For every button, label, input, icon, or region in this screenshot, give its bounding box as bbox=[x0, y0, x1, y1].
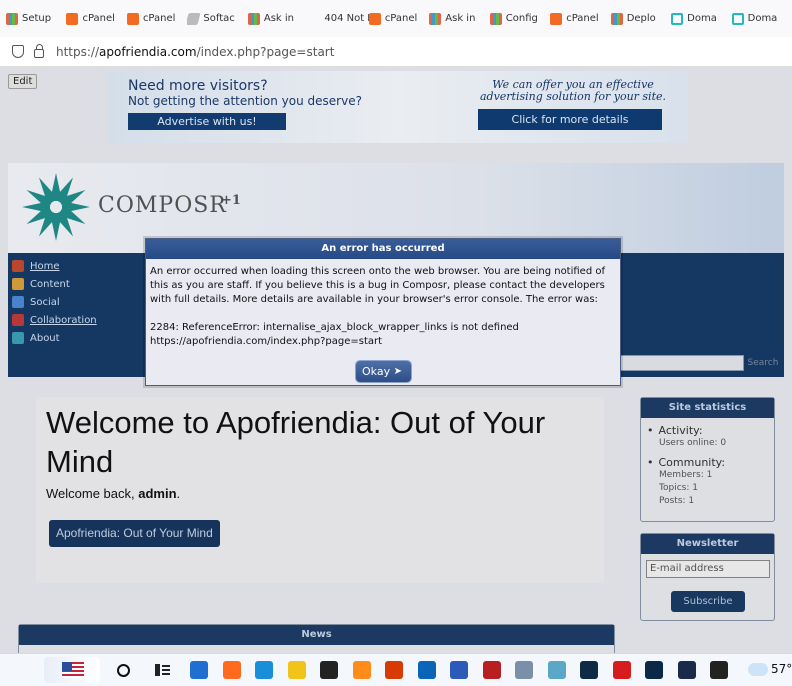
notes-app-icon[interactable] bbox=[547, 661, 566, 679]
error-url: https://apofriendia.com/index.php?page=s… bbox=[150, 336, 383, 347]
bookmark-label: cPanel bbox=[142, 13, 176, 24]
url-text[interactable]: https://apofriendia.com/index.php?page=s… bbox=[56, 45, 334, 59]
settings-gear-icon[interactable] bbox=[710, 661, 728, 679]
bookmark-label: 404 Not Fo bbox=[324, 13, 368, 24]
file-explorer-icon[interactable] bbox=[287, 661, 306, 679]
blank-icon bbox=[308, 13, 320, 25]
bookmark-label: Deplo bbox=[626, 13, 656, 24]
bookmark-label: Ask in bbox=[263, 13, 295, 24]
bookmark-label: Doma bbox=[687, 13, 717, 24]
edit-button[interactable]: Edit bbox=[8, 74, 38, 89]
photoshop-icon[interactable] bbox=[645, 661, 663, 679]
bookmark-item[interactable]: Ask in bbox=[429, 12, 489, 25]
cpanel-icon bbox=[550, 12, 563, 25]
edge-icon[interactable] bbox=[255, 661, 273, 679]
error-message: An error occurred when loading this scre… bbox=[150, 266, 605, 305]
cpanel-icon bbox=[66, 12, 79, 25]
bookmarks-toolbar: Setup cPanel cPanel Softac Ask in 404 Not Fo c… bbox=[0, 0, 792, 37]
firefox-icon[interactable] bbox=[222, 661, 241, 679]
bookmark-label: cPanel bbox=[566, 13, 599, 24]
record-app-icon[interactable] bbox=[612, 661, 631, 679]
search-icon[interactable] bbox=[117, 664, 130, 677]
lock-icon[interactable] bbox=[34, 44, 44, 58]
address-bar[interactable]: https://apofriendia.com/index.php?page=s… bbox=[0, 37, 792, 67]
bookmark-item[interactable]: Config bbox=[489, 12, 550, 25]
dots-icon bbox=[6, 12, 18, 25]
media-player-icon[interactable] bbox=[352, 661, 371, 679]
outlook-icon[interactable] bbox=[417, 661, 436, 679]
dots-icon bbox=[489, 12, 502, 25]
weather-icon[interactable] bbox=[748, 663, 768, 676]
lightroom-classic-icon[interactable] bbox=[580, 661, 598, 679]
bookmark-item[interactable]: cPanel bbox=[368, 12, 429, 25]
bookmark-item[interactable]: Doma bbox=[731, 12, 792, 25]
bookmark-label: Config bbox=[505, 13, 538, 24]
bookmark-item[interactable]: cPanel bbox=[126, 12, 187, 25]
bookmark-item[interactable]: Setup bbox=[6, 12, 66, 25]
dots-icon bbox=[247, 12, 260, 25]
bookmark-item[interactable]: Ask in bbox=[247, 12, 308, 25]
bookmark-label: cPanel bbox=[82, 13, 115, 24]
bookmark-item[interactable]: cPanel bbox=[66, 12, 126, 25]
arrow-right-icon: ➤ bbox=[393, 366, 402, 377]
taskbar: 57°F bbox=[0, 653, 792, 686]
word-icon[interactable] bbox=[450, 661, 468, 679]
globe-icon bbox=[731, 12, 744, 25]
bookmark-item[interactable]: cPanel bbox=[550, 12, 610, 25]
cpanel-icon bbox=[368, 12, 381, 25]
dots-icon bbox=[429, 12, 442, 25]
mail-icon[interactable] bbox=[190, 661, 208, 679]
bookmark-label: Doma bbox=[747, 13, 778, 24]
error-detail: 2284: ReferenceError: internalise_ajax_b… bbox=[150, 322, 519, 333]
bookmark-label: Setup bbox=[22, 13, 52, 24]
dark-app-icon[interactable] bbox=[677, 661, 696, 679]
globe-icon bbox=[671, 12, 684, 25]
dialog-title: An error has occurred bbox=[146, 239, 620, 259]
temperature: 57°F bbox=[771, 662, 792, 676]
bookmark-item[interactable]: Deplo bbox=[610, 12, 671, 25]
bookmark-item[interactable]: Doma bbox=[671, 12, 731, 25]
bookmark-label: Ask in bbox=[445, 13, 476, 24]
flag-widget-icon[interactable] bbox=[44, 657, 100, 683]
cpanel-icon bbox=[126, 12, 139, 25]
bookmark-label: Softac bbox=[203, 13, 235, 24]
dots-icon bbox=[610, 12, 623, 25]
bookmark-item[interactable]: Softac bbox=[187, 12, 247, 25]
red-app-icon[interactable] bbox=[482, 661, 501, 679]
bookmark-label: cPanel bbox=[384, 13, 418, 24]
error-dialog: An error has occurred An error occurred … bbox=[145, 238, 621, 386]
shield-icon[interactable] bbox=[12, 45, 24, 58]
office-icon[interactable] bbox=[385, 661, 403, 679]
task-view-icon[interactable] bbox=[153, 661, 171, 679]
bookmark-item[interactable]: 404 Not Fo bbox=[308, 13, 368, 25]
calculator-app-icon[interactable] bbox=[515, 661, 533, 679]
stylized-app-icon[interactable] bbox=[320, 661, 338, 679]
okay-button[interactable]: Okay ➤ bbox=[356, 361, 411, 382]
softaculous-icon bbox=[187, 12, 202, 25]
